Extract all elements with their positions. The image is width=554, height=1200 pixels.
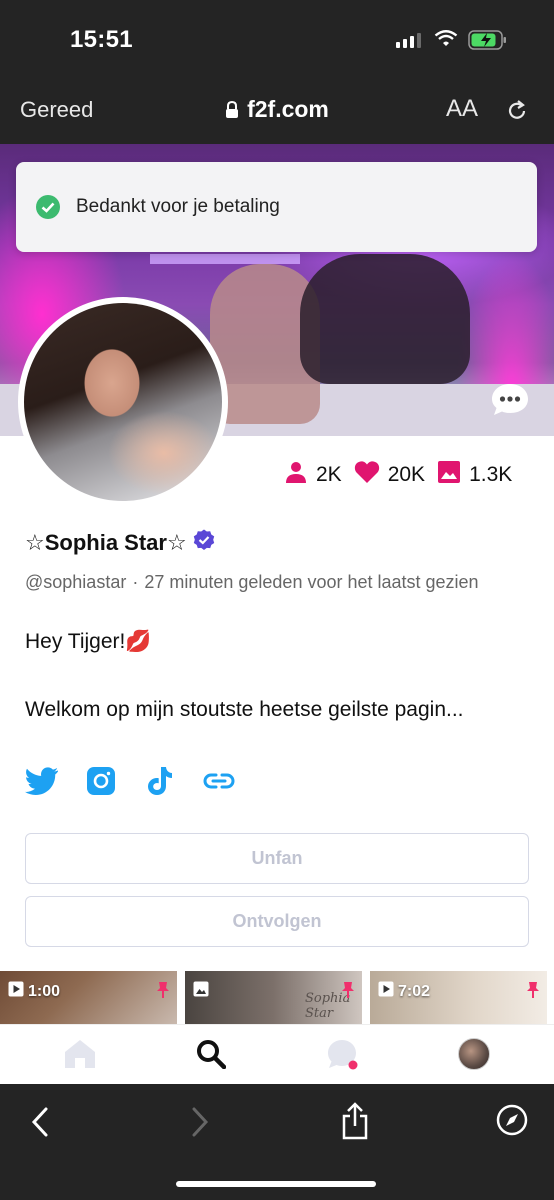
profile-avatar[interactable] [458,1038,490,1070]
media-tile[interactable]: 1:00 [0,971,177,1024]
twitter-icon[interactable] [25,764,59,798]
toast-message: Bedankt voor je betaling [76,196,280,217]
pin-icon [525,981,541,1004]
check-circle-icon [36,195,60,224]
meta-separator: · [132,572,139,592]
profile-name-row: ☆Sophia Star☆ [25,529,215,557]
unfan-button[interactable]: Unfan [25,833,529,884]
status-bar: 15:51 [0,0,554,80]
video-duration: 1:00 [28,982,61,1000]
pin-icon [155,981,171,1004]
lock-icon [225,98,239,125]
unfollow-button[interactable]: Ontvolgen [25,896,529,947]
video-badge: 7:02 [378,981,430,1002]
social-links [25,764,261,798]
browser-url-bar: Gereed f2f.com AA [0,80,554,144]
media-count: 1.3K [469,463,513,486]
back-icon[interactable] [30,1106,50,1143]
video-duration: 7:02 [398,982,431,1000]
likes-count: 20K [387,463,426,486]
wifi-icon [434,30,458,53]
pin-icon [340,981,356,1004]
profile-meta: @sophiastar · 27 minuten geleden voor het … [25,566,515,598]
media-stat: 1.3K [437,460,512,490]
search-icon[interactable] [196,1039,227,1074]
bio-line-1: Hey Tijger!💋 [25,630,152,653]
url-text: f2f.com [247,96,329,122]
video-icon [378,981,398,1002]
link-icon[interactable] [202,764,236,798]
reload-icon[interactable] [504,98,530,129]
media-tile[interactable]: 7:02 [370,971,547,1024]
text-size-button[interactable]: AA [446,95,478,123]
fans-icon [284,460,316,490]
instagram-icon[interactable] [84,764,118,798]
video-badge: 1:00 [8,981,60,1002]
video-icon [8,981,28,1002]
profile-avatar[interactable] [18,297,228,507]
app-bottom-nav [0,1024,554,1084]
image-icon [193,981,213,1002]
fans-stat: 2K [284,460,342,490]
media-tile[interactable]: Sophia Star [185,971,362,1024]
payment-toast: Bedankt voor je betaling [16,162,537,252]
tiktok-icon[interactable] [143,764,177,798]
fans-count: 2K [316,463,342,486]
likes-stat: 20K [354,460,425,490]
battery-charging-icon [468,30,508,55]
image-icon [437,460,469,490]
share-icon[interactable] [340,1102,370,1145]
home-icon[interactable] [64,1039,96,1074]
last-seen: 27 minuten geleden voor het laatst gezie… [144,572,479,592]
status-time: 15:51 [70,26,133,53]
profile-handle: @sophiastar [25,572,127,592]
bio-line-2[interactable]: Welkom op mijn stoutste heetse geilste p… [25,698,464,722]
signal-icon [396,33,421,48]
media-grid: 1:00 Sophia Star 7:02 [0,971,554,1024]
image-badge [193,981,213,1002]
forward-icon[interactable] [190,1106,210,1143]
chat-bubble-icon[interactable] [490,382,530,418]
messages-icon[interactable] [327,1039,359,1076]
profile-stats: 2K 20K 1.3K [284,460,524,490]
compass-icon[interactable] [496,1104,528,1141]
verified-badge-icon [193,529,215,557]
profile-name: ☆Sophia Star☆ [25,530,187,555]
heart-icon [354,460,388,490]
home-indicator[interactable] [176,1181,376,1187]
